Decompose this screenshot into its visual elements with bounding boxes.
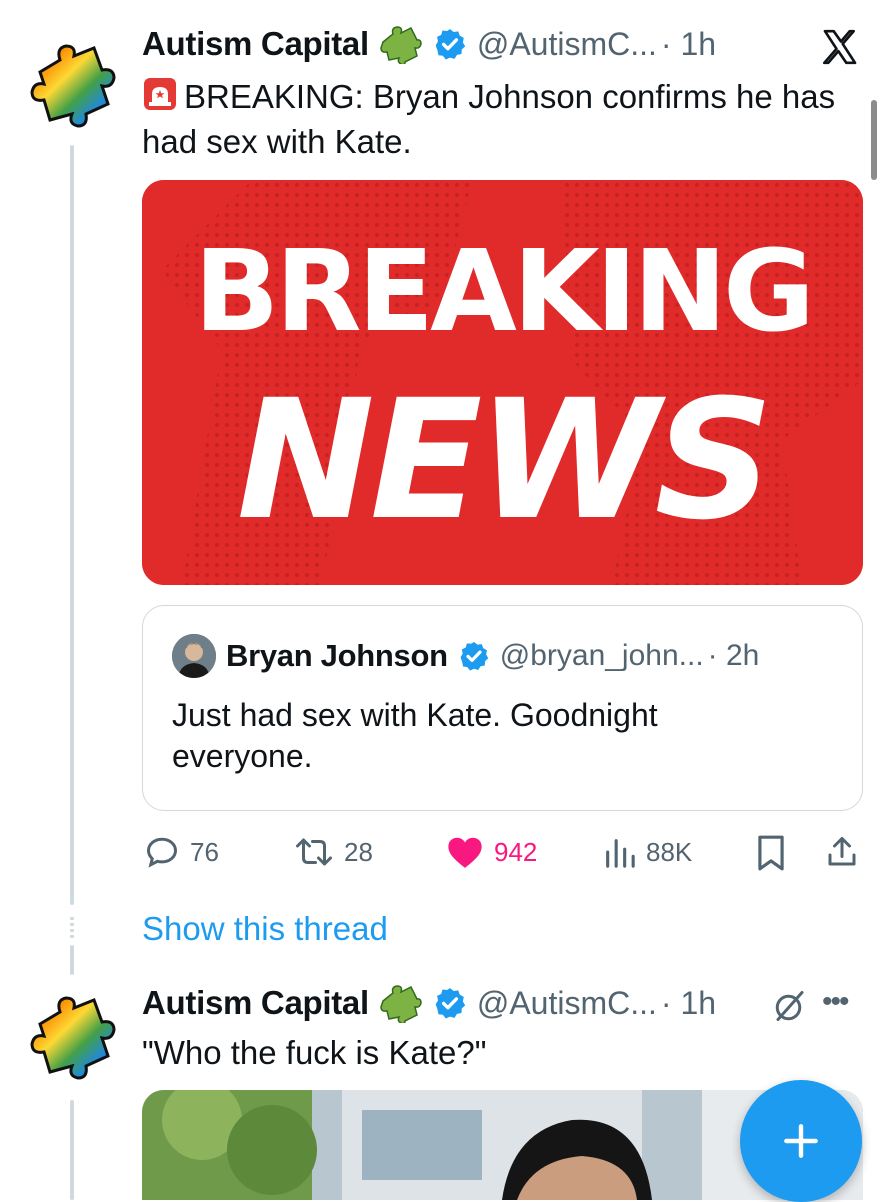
repost-icon xyxy=(296,838,332,866)
author-handle[interactable]: @AutismC... xyxy=(477,26,657,63)
scrollbar[interactable] xyxy=(871,100,877,180)
share-icon[interactable] xyxy=(824,833,860,871)
tweet-text: "Who the fuck is Kate?" xyxy=(142,1034,487,1071)
avatar-autism-capital[interactable] xyxy=(22,34,122,134)
views-button[interactable]: 88K xyxy=(602,834,692,870)
thread-line xyxy=(70,145,74,905)
avatar-bryan-johnson[interactable] xyxy=(172,634,216,678)
author-name[interactable]: Autism Capital xyxy=(142,25,369,63)
like-count: 942 xyxy=(494,836,538,867)
puzzle-piece-icon xyxy=(380,985,422,1023)
quote-header: Bryan Johnson @bryan_john... · 2h xyxy=(172,634,759,678)
quote-author-name[interactable]: Bryan Johnson xyxy=(226,638,448,674)
like-button[interactable]: 942 xyxy=(446,834,537,870)
police-light-icon xyxy=(142,76,178,121)
compose-icon xyxy=(784,1124,818,1158)
views-count: 88K xyxy=(646,836,693,867)
rainbow-puzzle-icon xyxy=(30,44,116,128)
grok-icon[interactable] xyxy=(772,988,808,1024)
thread-dots xyxy=(70,917,74,941)
rainbow-puzzle-icon xyxy=(30,996,116,1080)
author-handle[interactable]: @AutismC... xyxy=(477,985,657,1022)
repost-count: 28 xyxy=(344,836,373,867)
compose-button[interactable] xyxy=(740,1080,862,1202)
quote-time: · 2h xyxy=(707,639,760,672)
repost-button[interactable]: 28 xyxy=(294,834,373,870)
tweet-time[interactable]: · 1h xyxy=(661,985,716,1022)
verified-icon xyxy=(460,642,489,671)
thread-line-lower xyxy=(70,945,74,975)
quote-text: Just had sex with Kate. Goodnight everyo… xyxy=(172,697,658,774)
tweet-header: Autism Capital @AutismC... · 1h xyxy=(142,24,716,64)
tweet-media-image[interactable]: BREAKING NEWS xyxy=(142,180,863,585)
thread-line xyxy=(70,1100,74,1200)
x-logo-icon[interactable] xyxy=(820,27,860,67)
show-thread-link[interactable]: Show this thread xyxy=(142,910,388,948)
like-icon xyxy=(448,837,482,868)
breaking-headline: BREAKING xyxy=(194,227,815,357)
bookmark-icon[interactable] xyxy=(754,834,788,872)
tweet-header: Autism Capital @AutismC... · 1h xyxy=(142,983,716,1023)
reply-icon xyxy=(146,837,178,868)
quote-author-handle[interactable]: @bryan_john... xyxy=(500,639,704,673)
tweet-time[interactable]: · 1h xyxy=(661,26,716,63)
reply-button[interactable]: 76 xyxy=(144,834,219,870)
puzzle-piece-icon xyxy=(380,26,422,64)
avatar-autism-capital[interactable] xyxy=(22,986,122,1086)
more-icon[interactable]: ••• xyxy=(822,987,849,1017)
verified-icon xyxy=(435,29,466,60)
quoted-tweet[interactable]: Bryan Johnson @bryan_john... · 2h Just h… xyxy=(142,605,863,811)
views-icon xyxy=(606,839,635,868)
news-headline: NEWS xyxy=(236,364,774,556)
person-avatar-icon xyxy=(172,634,216,678)
reply-count: 76 xyxy=(190,836,219,867)
author-name[interactable]: Autism Capital xyxy=(142,984,369,1022)
verified-icon xyxy=(435,988,466,1019)
tweet-text: BREAKING: Bryan Johnson confirms he has … xyxy=(142,76,842,162)
tweet-text-body: BREAKING: Bryan Johnson confirms he has … xyxy=(142,78,836,160)
